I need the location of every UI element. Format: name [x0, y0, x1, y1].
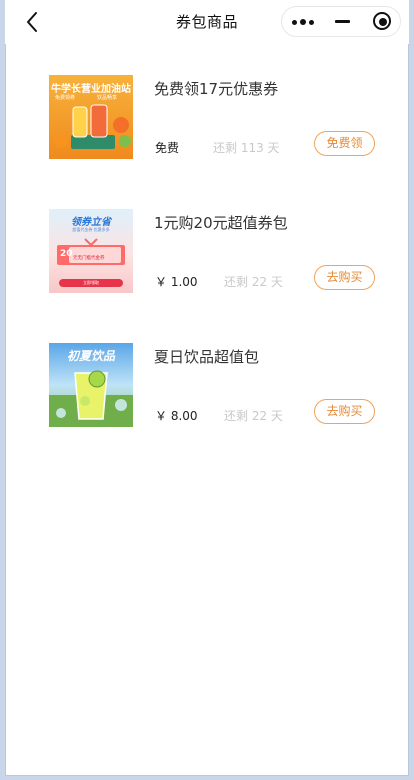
coupon-text: 元无门槛代金券 — [73, 256, 105, 261]
navigation-bar: 券包商品 — [5, 0, 409, 44]
product-image: 领券立省 超值代金券 优惠多多 20 元无门槛代金券 立即领取 — [49, 209, 133, 293]
more-button[interactable] — [282, 7, 322, 36]
capsule-menu — [281, 6, 401, 37]
close-button[interactable] — [362, 7, 402, 36]
product-image: 牛学长营业加油站 免费领券 饮品畅享 — [49, 75, 133, 159]
buy-button[interactable]: 去购买 — [314, 399, 375, 424]
remaining-days: 还剩 22 天 — [224, 409, 283, 423]
product-name: 1元购20元超值券包 — [154, 214, 288, 232]
product-name: 夏日饮品超值包 — [154, 348, 260, 366]
product-price: ￥ 1.00 — [155, 275, 198, 289]
product-name: 免费领17元优惠券 — [154, 80, 279, 98]
list-item[interactable]: 领券立省 超值代金券 优惠多多 20 元无门槛代金券 立即领取 1元购20元超值… — [5, 209, 409, 319]
minimize-icon — [335, 20, 350, 23]
coupon-amount: 20 — [60, 249, 73, 259]
list-item[interactable]: 初夏饮品 夏日饮品超值包 ￥ 8.00 还剩 22 天 去购买 — [5, 343, 409, 453]
product-price: 免费 — [155, 141, 180, 155]
minimize-button[interactable] — [322, 7, 362, 36]
image-headline: 牛学长营业加油站 — [51, 84, 131, 95]
claim-free-button[interactable]: 免费领 — [314, 131, 375, 156]
product-price: ￥ 8.00 — [155, 409, 198, 423]
mini-program-page: 券包商品 牛学长营业加油站 免费领券 饮品畅享 免费领17元优惠券 免费 还剩 … — [5, 0, 409, 776]
image-headline: 初夏饮品 — [66, 349, 115, 363]
image-cta: 立即领取 — [83, 280, 99, 285]
product-image: 初夏饮品 — [49, 343, 133, 427]
list-item[interactable]: 牛学长营业加油站 免费领券 饮品畅享 免费领17元优惠券 免费 还剩 113 天… — [5, 75, 409, 185]
image-line-right: 饮品畅享 — [97, 95, 118, 101]
buy-button[interactable]: 去购买 — [314, 265, 375, 290]
image-subline: 超值代金券 优惠多多 — [72, 227, 110, 232]
remaining-days: 还剩 22 天 — [224, 275, 283, 289]
remaining-days: 还剩 113 天 — [213, 141, 280, 155]
image-line-left: 免费领券 — [55, 95, 76, 101]
image-headline: 领券立省 — [71, 217, 111, 228]
